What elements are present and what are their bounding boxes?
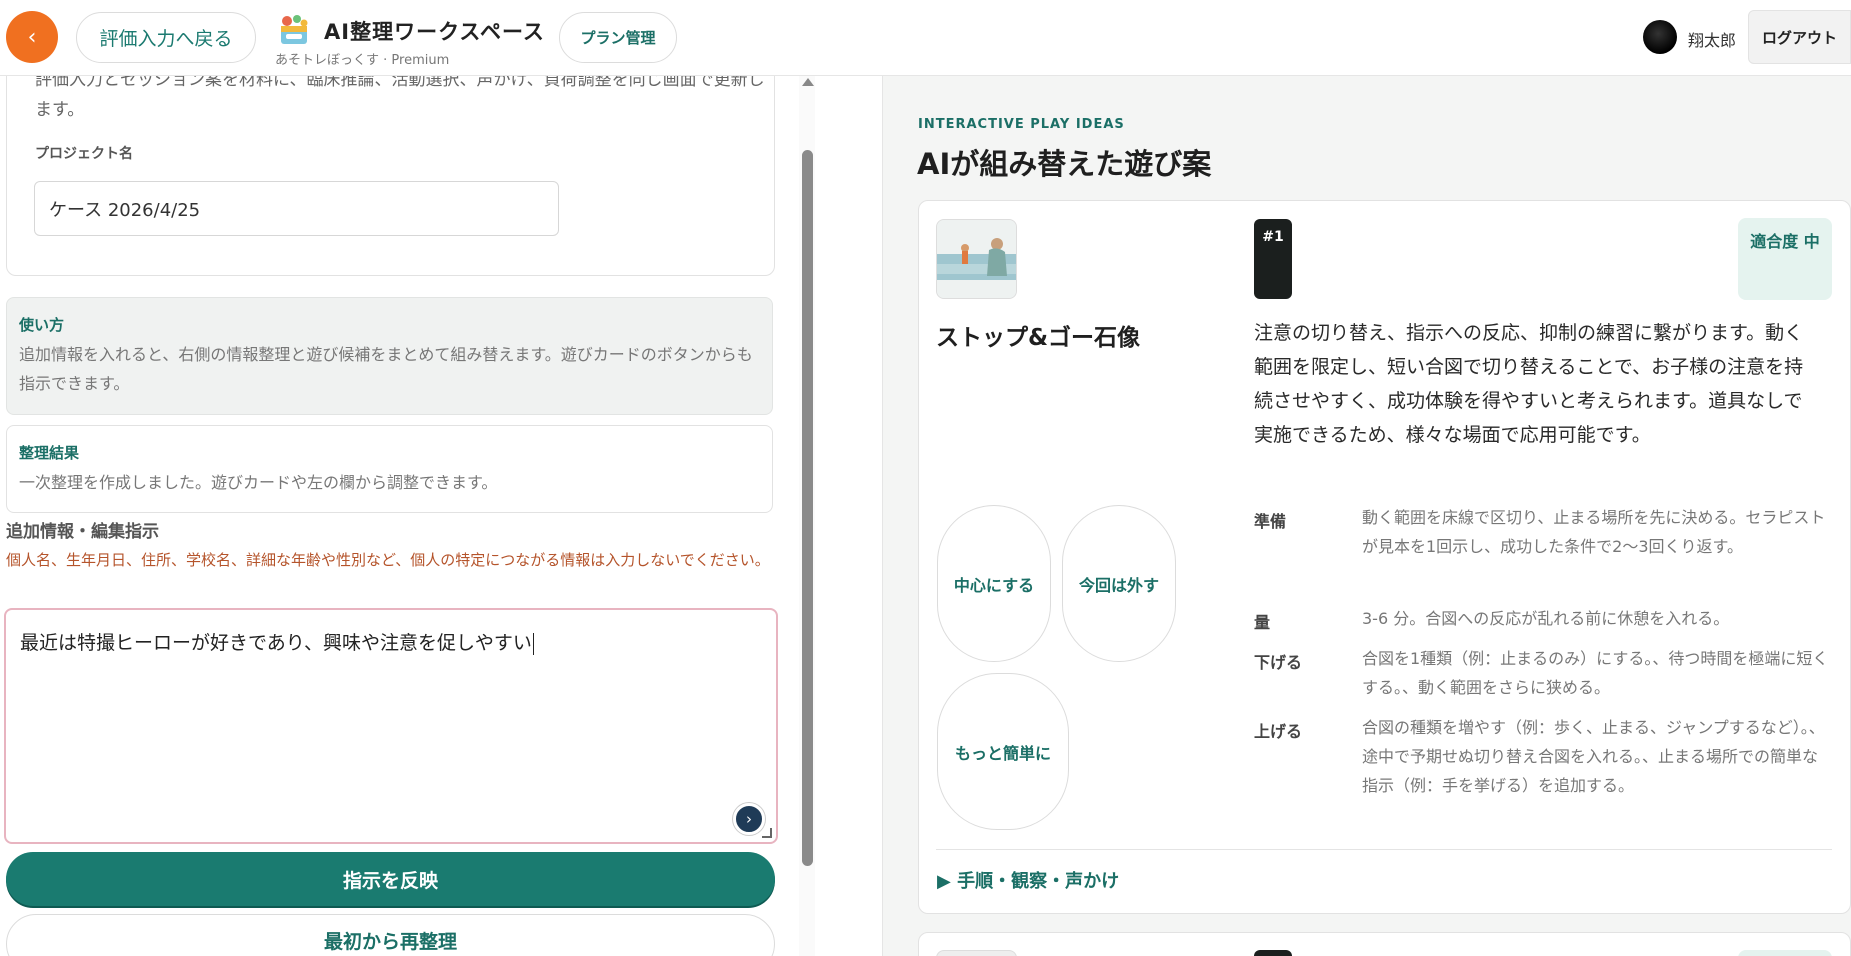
next-rank-badge <box>1254 950 1292 956</box>
play-thumbnail <box>936 219 1017 299</box>
project-name-input[interactable]: ケース 2026/4/25 <box>34 181 559 236</box>
result-title: 整理結果 <box>19 444 80 462</box>
project-card: 評価入力とセッション案を材料に、臨床推論、活動選択、声かけ、負荷調整を同じ画面で… <box>6 76 775 276</box>
next-play-thumbnail <box>936 950 1017 956</box>
card-divider <box>936 849 1832 850</box>
detail-value-raise: 合図の種類を増やす（例：歩く、止まる、ジャンプするなど）。、途中で予期せぬ切り替… <box>1362 718 1825 795</box>
play-ideas-eyebrow: INTERACTIVE PLAY IDEAS <box>918 117 1125 132</box>
detail-value-lower: 合図を1種類（例：止まるのみ）にする。、待つ時間を極端に短くする。、動く範囲をさ… <box>1362 649 1829 697</box>
fit-badge: 適合度 中 <box>1738 218 1832 300</box>
back-to-evaluation-button[interactable]: 評価入力へ戻る <box>76 12 256 63</box>
scrollbar-thumb[interactable] <box>802 150 813 866</box>
detail-label-lower: 下げる <box>1254 653 1303 672</box>
play-name: ストップ&ゴー石像 <box>936 325 1141 351</box>
usage-title: 使い方 <box>19 316 65 334</box>
reorganize-button[interactable]: 最初から再整理 <box>6 914 775 956</box>
play-illustration-icon <box>937 220 1016 298</box>
detail-label-prep: 準備 <box>1254 512 1287 531</box>
privacy-warning: 個人名、生年月日、住所、学校名、詳細な年齢や性別など、個人の特定につながる情報は… <box>6 551 770 569</box>
detail-label-raise: 上げる <box>1254 722 1303 741</box>
app-header: ‹ 評価入力へ戻る AI整理ワークスペース あそトレぼっくす · Premium… <box>0 0 1851 76</box>
detail-value-amount: 3-6 分。合図への反応が乱れる前に休憩を入れる。 <box>1362 609 1730 628</box>
chevron-left-icon: ‹ <box>27 24 37 50</box>
edit-instruction-textarea[interactable]: 最近は特撮ヒーローが好きであり、興味や注意を促しやすい <box>4 608 778 844</box>
detail-label-amount: 量 <box>1254 613 1271 632</box>
workspace-description: 評価入力とセッション案を材料に、臨床推論、活動選択、声かけ、負荷調整を同じ画面で… <box>35 76 765 120</box>
plan-management-button[interactable]: プラン管理 <box>559 12 677 63</box>
result-body: 一次整理を作成しました。遊びカードや左の欄から調整できます。 <box>19 473 498 492</box>
exclude-button[interactable]: 今回は外す <box>1062 505 1176 662</box>
steps-toggle[interactable]: ▶ 手順・観察・声かけ <box>937 867 1119 893</box>
left-panel: 評価入力とセッション案を材料に、臨床推論、活動選択、声かけ、負荷調整を同じ画面で… <box>0 76 790 956</box>
detail-value-prep: 動く範囲を床線で区切り、止まる場所を先に決める。セラピストが見本を1回示し、成功… <box>1362 508 1826 556</box>
app-logo-icon <box>281 15 308 44</box>
usage-box: 使い方 追加情報を入れると、右側の情報整理と遊び候補をまとめて組み替えます。遊び… <box>6 297 773 415</box>
text-cursor <box>532 632 534 655</box>
project-name-label: プロジェクト名 <box>35 146 133 162</box>
assistant-icon[interactable]: › <box>733 803 765 835</box>
make-central-button[interactable]: 中心にする <box>937 505 1051 662</box>
apply-instruction-button[interactable]: 指示を反映 <box>6 852 775 906</box>
additional-info-label: 追加情報・編集指示 <box>6 522 159 542</box>
next-fit-badge <box>1738 950 1832 956</box>
play-ideas-title: AIが組み替えた遊び案 <box>917 147 1212 181</box>
app-subtitle: あそトレぼっくす · Premium <box>275 53 450 68</box>
app-title: AI整理ワークスペース <box>324 20 545 44</box>
make-simpler-button[interactable]: もっと簡単に <box>937 673 1069 830</box>
usage-body: 追加情報を入れると、右側の情報整理と遊び候補をまとめて組み替えます。遊びカードの… <box>19 345 753 393</box>
play-description: 注意の切り替え、指示への反応、抑制の練習に繋がります。動く範囲を限定し、短い合図… <box>1254 322 1804 446</box>
scroll-up-arrow-icon[interactable] <box>802 78 814 86</box>
logout-button[interactable]: ログアウト <box>1748 10 1851 64</box>
back-icon-button[interactable]: ‹ <box>6 11 58 63</box>
textarea-value: 最近は特撮ヒーローが好きであり、興味や注意を促しやすい <box>20 632 532 654</box>
user-name: 翔太郎 <box>1688 31 1737 50</box>
result-box: 整理結果 一次整理を作成しました。遊びカードや左の欄から調整できます。 <box>6 425 773 513</box>
next-play-card <box>918 932 1851 956</box>
avatar[interactable] <box>1643 20 1677 54</box>
rank-badge: #1 <box>1254 219 1292 299</box>
resize-handle-icon[interactable] <box>762 828 772 838</box>
